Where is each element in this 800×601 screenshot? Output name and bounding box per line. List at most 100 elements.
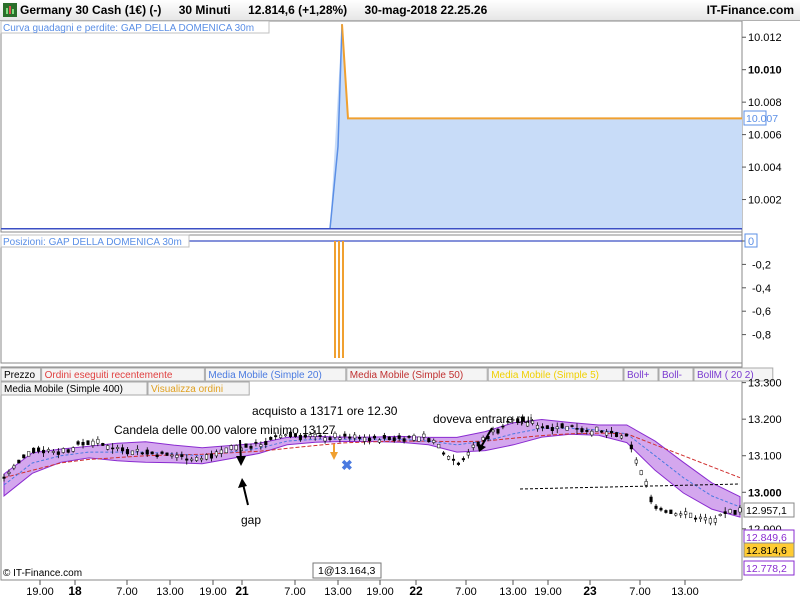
candle-body bbox=[259, 444, 263, 447]
x-tick-label: 7.00 bbox=[116, 586, 137, 598]
candle-body bbox=[600, 430, 604, 433]
candle-body bbox=[229, 445, 233, 450]
candle-body bbox=[674, 513, 678, 516]
positions-tick-label: -0,4 bbox=[752, 283, 771, 295]
candle-body bbox=[367, 437, 372, 442]
candle-body bbox=[249, 445, 253, 449]
candle-body bbox=[170, 454, 174, 457]
x-tick-label: 13.00 bbox=[156, 586, 184, 598]
price-legend-row2: Media Mobile (Simple 400) Visualizza ordi… bbox=[0, 381, 250, 396]
equity-tick-label: 10.006 bbox=[748, 130, 782, 142]
candle-body bbox=[66, 449, 70, 453]
candle-body bbox=[689, 512, 693, 518]
candle-body bbox=[496, 428, 500, 434]
x-tick-label: 22 bbox=[409, 584, 423, 598]
equity-panel-title: Curva guadagni e perdite: GAP DELLA DOME… bbox=[3, 23, 254, 34]
position-bar bbox=[338, 241, 340, 358]
x-tick-label: 19.00 bbox=[199, 586, 227, 598]
price-label-d: 12.778,2 bbox=[746, 563, 787, 575]
instrument-name: Germany 30 Cash (1€) (-) bbox=[20, 3, 162, 17]
candle-body bbox=[116, 447, 120, 449]
copyright: © IT-Finance.com bbox=[3, 568, 82, 579]
candle-body bbox=[328, 437, 332, 440]
candle-body bbox=[610, 430, 614, 434]
candle-body bbox=[323, 437, 327, 442]
candle-body bbox=[165, 452, 169, 456]
candle-body bbox=[125, 449, 130, 455]
positions-tick-label: -0,2 bbox=[752, 259, 771, 271]
chart-area[interactable]: Curva guadagni e perdite: GAP DELLA DOME… bbox=[0, 21, 800, 601]
candle-body bbox=[37, 447, 41, 452]
legend-item-label: Ordini eseguiti recentemente bbox=[45, 370, 173, 381]
candle-body bbox=[32, 447, 36, 454]
x-tick-label: 13.00 bbox=[499, 586, 527, 598]
candle-body bbox=[565, 426, 569, 431]
site-name: IT-Finance.com bbox=[706, 3, 794, 17]
candle-body bbox=[590, 430, 594, 436]
candle-body bbox=[106, 445, 110, 450]
candle-body bbox=[679, 513, 683, 516]
candle-body bbox=[585, 430, 589, 432]
candle-body bbox=[629, 444, 633, 450]
candle-body bbox=[190, 458, 194, 461]
legend-item-label: Boll+ bbox=[627, 370, 650, 381]
candle-body bbox=[649, 496, 653, 503]
legend-item-label: BollM ( 20 2) bbox=[697, 370, 754, 381]
datetime: 30-mag-2018 22.25.26 bbox=[364, 3, 488, 17]
candle-body bbox=[372, 435, 377, 439]
candle-body bbox=[121, 447, 125, 452]
candle-body bbox=[111, 447, 115, 450]
candle-body bbox=[461, 458, 465, 461]
candle-body bbox=[427, 438, 431, 443]
candle-body bbox=[451, 458, 456, 461]
candle-body bbox=[2, 476, 6, 479]
candle-body bbox=[733, 510, 737, 515]
annotation-gap: gap bbox=[241, 513, 261, 527]
timeframe: 30 Minuti bbox=[178, 3, 231, 17]
candle-body bbox=[348, 436, 352, 439]
candle-body bbox=[160, 451, 164, 454]
candle-body bbox=[471, 444, 475, 448]
candle-body bbox=[456, 462, 460, 465]
title-bar: Germany 30 Cash (1€) (-) 30 Minuti 12.81… bbox=[0, 0, 800, 21]
x-tick-label: 19.00 bbox=[366, 586, 394, 598]
candle-body bbox=[575, 428, 579, 430]
candle-body bbox=[130, 450, 134, 455]
candle-body bbox=[76, 441, 80, 445]
position-bar bbox=[334, 241, 336, 358]
candle-body bbox=[56, 451, 60, 455]
candle-body bbox=[708, 518, 712, 524]
candle-body bbox=[269, 436, 273, 440]
x-tick-label: 7.00 bbox=[455, 586, 476, 598]
candle-body bbox=[550, 427, 554, 432]
candle-body bbox=[353, 434, 357, 439]
candle-body bbox=[703, 517, 707, 521]
chart-app-icon bbox=[3, 3, 17, 17]
candle-body bbox=[738, 507, 742, 513]
candle-body bbox=[713, 518, 717, 523]
candle-body bbox=[466, 452, 470, 456]
candle-body bbox=[46, 449, 51, 452]
equity-tick-label: 10.004 bbox=[748, 162, 782, 174]
candle-body bbox=[204, 454, 209, 460]
legend-item-label: Media Mobile (Simple 50) bbox=[350, 370, 463, 381]
candle-body bbox=[535, 425, 540, 429]
candle-body bbox=[135, 448, 139, 452]
candle-body bbox=[614, 432, 619, 437]
candle-body bbox=[254, 441, 258, 444]
price-tick-label: 13.200 bbox=[748, 414, 782, 426]
candle-body bbox=[195, 457, 199, 461]
x-tick-label: 19.00 bbox=[534, 586, 562, 598]
candle-body bbox=[397, 435, 401, 439]
candle-body bbox=[619, 435, 623, 439]
positions-tick-label: -0,6 bbox=[752, 306, 771, 318]
positions-tick-label: 0 bbox=[748, 236, 754, 248]
price-label-b: 12.849,6 bbox=[746, 532, 787, 544]
candle-body bbox=[22, 454, 26, 459]
equity-tick-label: 10.010 bbox=[748, 65, 782, 77]
candle-body bbox=[101, 443, 105, 446]
price-change: 12.814,6 (+1,28%) bbox=[248, 3, 348, 17]
equity-current-value-label: 10.007 bbox=[743, 110, 778, 126]
legend-item-label: Prezzo bbox=[4, 370, 36, 381]
legend-item-label: Media Mobile (Simple 400) bbox=[4, 384, 123, 395]
